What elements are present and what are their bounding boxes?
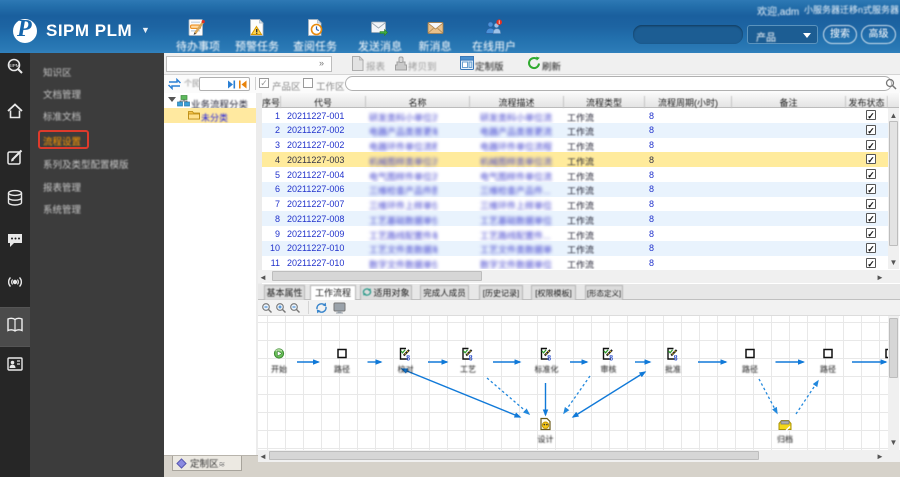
svg-text:8: 8: [406, 354, 410, 363]
svg-text:SIPM: SIPM: [8, 63, 19, 68]
svg-text:8: 8: [609, 354, 613, 363]
svg-text:8: 8: [674, 354, 678, 363]
svg-text:8: 8: [469, 354, 473, 363]
svg-text:8: 8: [547, 354, 551, 363]
